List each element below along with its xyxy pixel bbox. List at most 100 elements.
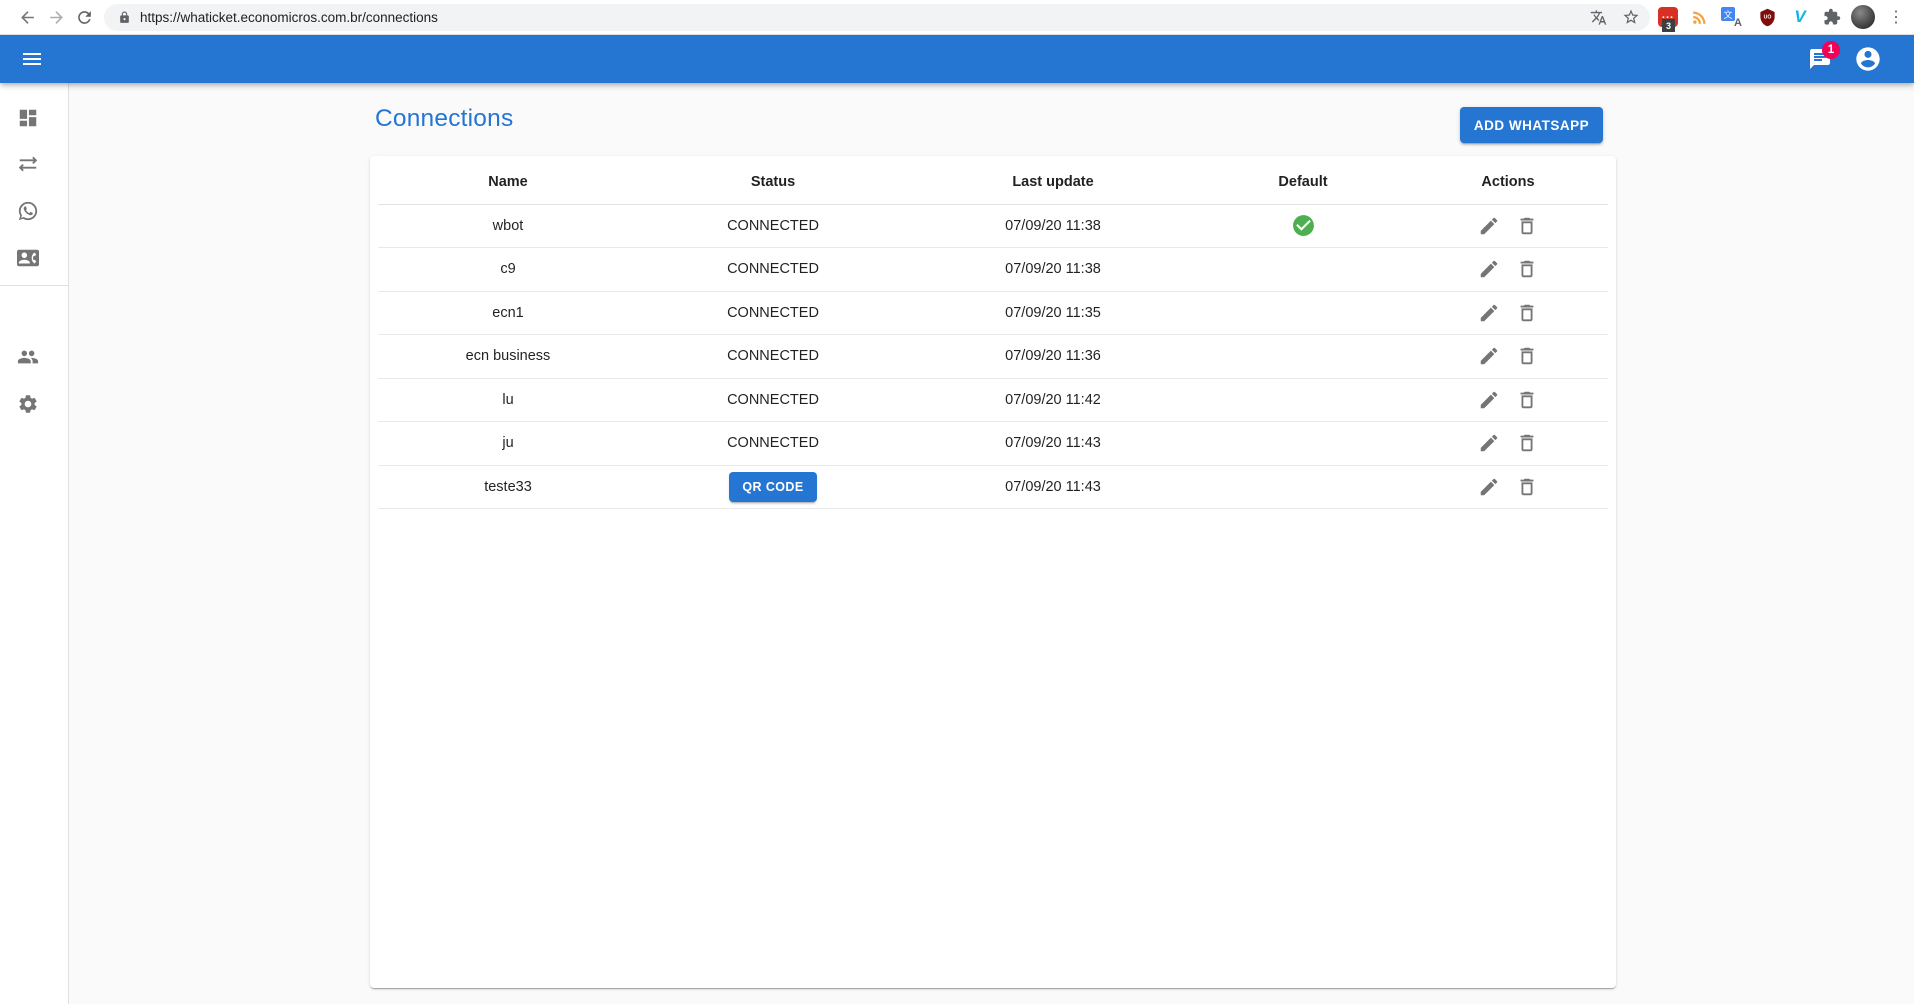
extension-red-icon[interactable]: ... 3 [1655,4,1681,30]
translate-glyph-icon [1590,9,1607,26]
delete-connection-button[interactable] [1510,339,1544,373]
connections-table-body: wbot CONNECTED 07/09/20 11:38 c9 CONNECT… [378,204,1608,509]
edit-pencil-icon [1478,215,1500,237]
appbar-actions: 1 [1800,35,1888,83]
connection-default-cell [1198,465,1408,509]
connection-name: lu [378,378,638,422]
connection-name: c9 [378,248,638,292]
connection-last-update: 07/09/20 11:38 [908,248,1198,292]
lock-icon [118,11,131,24]
connection-last-update: 07/09/20 11:38 [908,204,1198,248]
connection-default-cell [1198,248,1408,292]
connection-status: CONNECTED [727,392,819,408]
hamburger-icon [20,47,44,71]
gear-icon [17,393,39,415]
bookmark-star-icon[interactable] [1618,4,1644,30]
delete-connection-button[interactable] [1510,383,1544,417]
delete-connection-button[interactable] [1510,470,1544,504]
connection-status: CONNECTED [727,435,819,451]
page-title: Connections [375,105,513,133]
edit-pencil-icon [1478,302,1500,324]
back-arrow-icon [18,8,37,27]
edit-pencil-icon [1478,345,1500,367]
extension-count-badge: 3 [1662,19,1675,32]
rss-icon [1690,8,1709,27]
connection-last-update: 07/09/20 11:43 [908,422,1198,466]
browser-back-button[interactable] [14,4,40,30]
connection-actions-cell [1408,378,1608,422]
notification-badge: 1 [1822,41,1840,59]
edit-pencil-icon [1478,476,1500,498]
browser-reload-button[interactable] [71,4,97,30]
url-bar[interactable]: https://whaticket.economicros.com.br/con… [104,4,1650,31]
browser-profile-avatar[interactable] [1850,4,1876,30]
connection-status: CONNECTED [727,261,819,277]
table-row: wbot CONNECTED 07/09/20 11:38 [378,204,1608,248]
connections-panel: Name Status Last update Default Actions … [370,156,1616,988]
translate-page-icon[interactable] [1585,4,1611,30]
trash-icon [1516,432,1538,454]
forward-arrow-icon [47,8,66,27]
connection-default-cell [1198,204,1408,248]
sidebar-item-dashboard[interactable] [13,103,43,133]
google-translate-tile: 文 A [1721,7,1741,27]
column-header-default: Default [1198,160,1408,204]
check-circle-icon [1291,213,1316,238]
connection-actions-cell [1408,465,1608,509]
browser-menu-kebab[interactable]: ⋮ [1883,4,1909,30]
account-circle-icon [1854,45,1882,73]
edit-connection-button[interactable] [1472,339,1506,373]
sidebar-item-users[interactable] [13,342,43,372]
delete-connection-button[interactable] [1510,426,1544,460]
delete-connection-button[interactable] [1510,209,1544,243]
trash-icon [1516,345,1538,367]
notifications-chat-button[interactable]: 1 [1800,39,1840,79]
svg-text:UO: UO [1763,14,1771,20]
ublock-origin-icon[interactable]: UO [1754,4,1780,30]
table-row: c9 CONNECTED 07/09/20 11:38 [378,248,1608,292]
connection-actions-cell [1408,291,1608,335]
translate-cn-glyph: 文 [1721,7,1735,21]
edit-connection-button[interactable] [1472,426,1506,460]
edit-connection-button[interactable] [1472,296,1506,330]
delete-connection-button[interactable] [1510,296,1544,330]
qr-code-button[interactable]: QR CODE [729,472,816,502]
sidebar-item-settings[interactable] [13,389,43,419]
connection-status: CONNECTED [727,305,819,321]
menu-hamburger-button[interactable] [12,39,52,79]
column-header-actions: Actions [1408,160,1608,204]
edit-connection-button[interactable] [1472,470,1506,504]
sidebar-item-connections[interactable] [13,196,43,226]
delete-connection-button[interactable] [1510,252,1544,286]
red-extension-tile: ... 3 [1658,7,1678,27]
sidebar-item-tickets[interactable] [13,149,43,179]
account-menu-button[interactable] [1848,39,1888,79]
edit-connection-button[interactable] [1472,383,1506,417]
google-translate-extension-icon[interactable]: 文 A [1718,4,1744,30]
edit-connection-button[interactable] [1472,252,1506,286]
trash-icon [1516,215,1538,237]
connection-name: ecn business [378,335,638,379]
trash-icon [1516,302,1538,324]
extensions-puzzle-icon[interactable] [1819,4,1845,30]
connection-status-cell: QR CODE [638,465,908,509]
star-outline-icon [1622,8,1640,26]
table-row: ecn1 CONNECTED 07/09/20 11:35 [378,291,1608,335]
edit-connection-button[interactable] [1472,209,1506,243]
connection-status-cell: CONNECTED [638,422,908,466]
connection-status-cell: CONNECTED [638,335,908,379]
vimeo-extension-icon[interactable]: V [1787,4,1813,30]
rss-extension-icon[interactable] [1686,4,1712,30]
browser-forward-button[interactable] [43,4,69,30]
url-text: https://whaticket.economicros.com.br/con… [140,10,438,25]
sidebar-item-contacts[interactable] [13,243,43,273]
contact-phone-icon [17,247,39,269]
people-icon [17,346,39,368]
connections-table: Name Status Last update Default Actions … [378,160,1608,509]
shield-icon: UO [1758,8,1777,27]
connection-last-update: 07/09/20 11:36 [908,335,1198,379]
add-whatsapp-button[interactable]: ADD WHATSAPP [1460,107,1603,143]
connection-actions-cell [1408,248,1608,292]
connection-default-cell [1198,291,1408,335]
whatsapp-icon [17,200,39,222]
